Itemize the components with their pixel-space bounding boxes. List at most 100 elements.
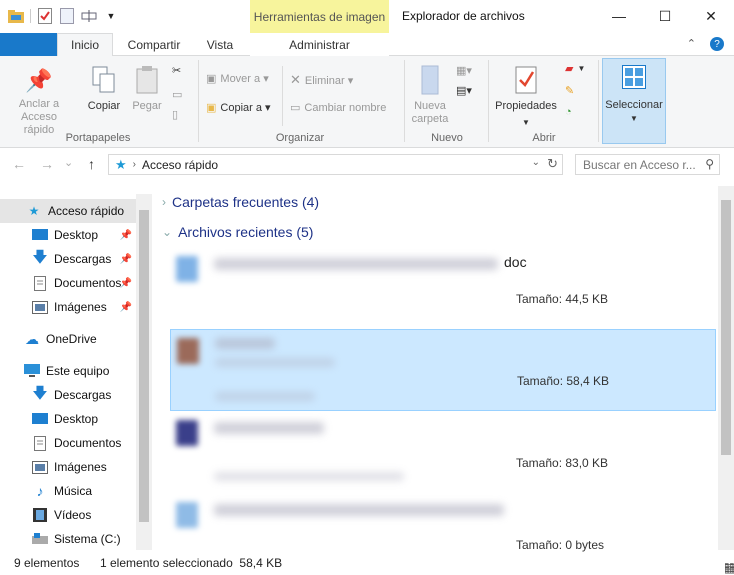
- nav-item-documents-pc[interactable]: Documentos: [0, 431, 136, 455]
- delete-button[interactable]: ✕ Eliminar ▾: [290, 72, 353, 88]
- up-button[interactable]: ↑: [88, 156, 95, 172]
- list-item[interactable]: doc Tamaño: 44,5 KB: [170, 248, 716, 330]
- content-scrollbar[interactable]: [718, 186, 734, 550]
- window-title: Explorador de archivos: [402, 9, 525, 23]
- rename-icon[interactable]: [81, 8, 97, 24]
- recent-locations-button[interactable]: ⌄: [64, 156, 73, 169]
- image-file-icon: [177, 338, 199, 364]
- nav-item-desktop[interactable]: Desktop 📌: [0, 223, 136, 247]
- tab-manage[interactable]: Administrar: [250, 33, 389, 56]
- collapse-ribbon-button[interactable]: ⌃: [687, 37, 696, 51]
- paste-button[interactable]: Pegar: [128, 64, 166, 113]
- close-button[interactable]: ✕: [688, 0, 734, 32]
- help-button[interactable]: ?: [710, 37, 724, 51]
- nav-item-system-drive[interactable]: Sistema (C:): [0, 527, 136, 551]
- rename-button[interactable]: ▭ Cambiar nombre: [290, 101, 386, 115]
- back-button[interactable]: ←: [12, 156, 26, 172]
- ribbon: 📌 Anclar a Acceso rápido Copiar Pegar ✂ …: [0, 56, 734, 148]
- star-icon: ★: [115, 156, 127, 172]
- folder-icon[interactable]: [8, 8, 24, 24]
- cut-icon[interactable]: ✂: [172, 64, 181, 77]
- move-to-icon: ▣: [206, 73, 217, 85]
- copy-path-icon[interactable]: ▭: [172, 88, 182, 101]
- move-to-label: Mover a ▾: [220, 73, 269, 85]
- open-icon[interactable]: ▰ ▼: [565, 62, 585, 75]
- copy-icon: [84, 64, 124, 96]
- address-path: Acceso rápido: [142, 157, 219, 172]
- minimize-button[interactable]: —: [596, 0, 642, 32]
- forward-button[interactable]: →: [40, 156, 54, 172]
- properties-button[interactable]: Propiedades ▼: [494, 64, 558, 129]
- picture-icon: [32, 459, 48, 475]
- file-icon: [176, 502, 198, 528]
- document-icon: [32, 275, 48, 291]
- nav-item-quick-access[interactable]: ★ Acceso rápido: [0, 199, 136, 223]
- new-item-icon[interactable]: ▦▾: [456, 64, 472, 77]
- file-size: Tamaño: 0 bytes: [516, 538, 605, 552]
- properties-icon[interactable]: [37, 8, 53, 24]
- properties-icon: [494, 64, 558, 96]
- chevron-down-icon[interactable]: ⌄: [532, 157, 540, 168]
- status-item-count: 9 elementos: [14, 556, 80, 570]
- nav-item-onedrive[interactable]: ☁ OneDrive: [0, 327, 136, 351]
- nav-item-music[interactable]: ♪ Música: [0, 479, 136, 503]
- paste-shortcut-icon[interactable]: ▯: [172, 108, 178, 121]
- group-frequent-folders[interactable]: › Carpetas frecuentes (4): [162, 194, 319, 210]
- file-name-suffix: doc: [504, 254, 527, 270]
- tab-view[interactable]: Vista: [196, 33, 244, 56]
- file-size: Tamaño: 83,0 KB: [516, 456, 609, 470]
- divider: [198, 60, 199, 142]
- file-size: Tamaño: 58,4 KB: [517, 374, 610, 388]
- group-recent-files[interactable]: ⌄ Archivos recientes (5): [162, 224, 313, 240]
- blurred-filename: [214, 258, 498, 270]
- maximize-button[interactable]: ☐: [642, 0, 688, 32]
- search-input[interactable]: Buscar en Acceso r... ⚲: [575, 154, 720, 175]
- blurred-detail: [215, 358, 335, 367]
- content-scrollbar-thumb[interactable]: [721, 200, 731, 455]
- nav-scrollbar[interactable]: [136, 194, 152, 550]
- nav-item-documents[interactable]: Documentos 📌: [0, 271, 136, 295]
- nav-item-label: Desktop: [54, 228, 99, 242]
- nav-item-videos[interactable]: Vídeos: [0, 503, 136, 527]
- star-icon: ★: [28, 204, 40, 218]
- nav-item-pictures[interactable]: Imágenes 📌: [0, 295, 136, 319]
- film-icon: [32, 507, 48, 523]
- nav-scrollbar-thumb[interactable]: [139, 210, 149, 522]
- ribbon-right-controls: ⌃ ?: [687, 37, 724, 51]
- chevron-down-icon: ⌄: [162, 225, 173, 239]
- move-to-button[interactable]: ▣ Mover a ▾: [206, 72, 269, 85]
- title-bar: ▼ Herramientas de imagen Explorador de a…: [0, 0, 734, 34]
- list-item[interactable]: Tamaño: 0 bytes: [170, 494, 716, 552]
- select-button[interactable]: Seleccionar ▼: [602, 58, 666, 144]
- history-icon[interactable]: ◔: [565, 106, 572, 118]
- edit-icon[interactable]: ✎: [565, 84, 574, 97]
- large-icons-view-icon[interactable]: ▦: [724, 561, 734, 575]
- tab-home[interactable]: Inicio: [57, 33, 113, 57]
- tab-share[interactable]: Compartir: [118, 33, 190, 56]
- list-item[interactable]: Tamaño: 83,0 KB: [170, 412, 716, 494]
- new-folder-icon[interactable]: [59, 8, 75, 24]
- customize-qat-icon[interactable]: ▼: [103, 8, 119, 24]
- window-controls: — ☐ ✕: [596, 0, 734, 32]
- nav-item-desktop-pc[interactable]: Desktop: [0, 407, 136, 431]
- ribbon-tabs: Archivo Inicio Compartir Vista Administr…: [0, 33, 734, 115]
- document-icon: [32, 435, 48, 451]
- refresh-icon[interactable]: ↻: [547, 156, 558, 172]
- list-item-selected[interactable]: Tamaño: 58,4 KB: [170, 329, 716, 411]
- nav-item-this-pc[interactable]: Este equipo: [0, 359, 136, 383]
- nav-item-downloads[interactable]: 🡇 Descargas 📌: [0, 247, 136, 271]
- nav-item-downloads-pc[interactable]: 🡇 Descargas: [0, 383, 136, 407]
- computer-icon: [24, 363, 40, 379]
- copy-button[interactable]: Copiar: [84, 64, 124, 113]
- pin-quick-access-button[interactable]: 📌 Anclar a Acceso rápido: [6, 66, 72, 137]
- nav-item-pictures-pc[interactable]: Imágenes: [0, 455, 136, 479]
- group-new-label: Nuevo: [431, 132, 463, 144]
- easy-access-icon[interactable]: ▤▾: [456, 84, 472, 97]
- new-folder-label: Nueva carpeta: [411, 100, 449, 125]
- blurred-detail: [215, 392, 315, 401]
- nav-item-label: Sistema (C:): [54, 532, 121, 546]
- address-bar[interactable]: ★ › Acceso rápido ⌄ ↻: [108, 154, 563, 175]
- new-folder-button[interactable]: Nueva carpeta: [408, 64, 452, 126]
- copy-to-button[interactable]: ▣ Copiar a ▾: [206, 101, 271, 114]
- nav-item-label: Descargas: [54, 252, 112, 266]
